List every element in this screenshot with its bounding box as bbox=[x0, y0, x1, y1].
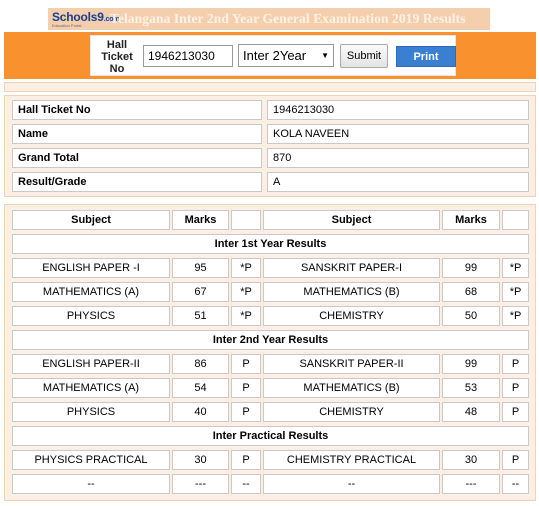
grade-cell: P bbox=[231, 378, 261, 398]
subject-cell: CHEMISTRY bbox=[263, 402, 440, 422]
header-banner: Schools9.com Education Portal Telangana … bbox=[48, 8, 490, 30]
marks-cell: 67 bbox=[172, 282, 229, 302]
subject-cell: MATHEMATICS (B) bbox=[263, 282, 440, 302]
marks-cell: 53 bbox=[442, 378, 500, 398]
info-value: 1946213030 bbox=[267, 100, 529, 120]
subject-cell: MATHEMATICS (B) bbox=[263, 378, 440, 398]
print-button[interactable]: Print bbox=[396, 46, 456, 67]
subject-cell: -- bbox=[12, 474, 170, 494]
site-logo[interactable]: Schools9.com Education Portal bbox=[48, 9, 119, 28]
section-header: Inter 1st Year Results bbox=[12, 234, 529, 254]
subject-cell: CHEMISTRY PRACTICAL bbox=[263, 450, 440, 470]
marks-cell: 86 bbox=[172, 354, 229, 374]
subject-cell: ENGLISH PAPER-II bbox=[12, 354, 170, 374]
grade-cell: *P bbox=[502, 282, 529, 302]
info-value: A bbox=[267, 172, 529, 192]
column-header: Subject bbox=[12, 210, 170, 230]
marks-cell: 50 bbox=[442, 306, 500, 326]
marks-cell: 99 bbox=[442, 258, 500, 278]
search-form-bar: Hall Ticket No Inter 2Year ▼ Submit Prin… bbox=[4, 32, 536, 79]
subject-cell: ENGLISH PAPER -I bbox=[12, 258, 170, 278]
chevron-down-icon: ▼ bbox=[321, 51, 329, 60]
info-label: Hall Ticket No bbox=[12, 100, 262, 120]
grade-cell: P bbox=[502, 354, 529, 374]
hall-ticket-label: Hall Ticket No bbox=[101, 39, 133, 75]
column-header bbox=[231, 210, 261, 230]
grade-cell: P bbox=[502, 402, 529, 422]
grade-cell: *P bbox=[502, 306, 529, 326]
marks-cell: 30 bbox=[172, 450, 229, 470]
subject-cell: PHYSICS PRACTICAL bbox=[12, 450, 170, 470]
submit-button[interactable]: Submit bbox=[340, 44, 388, 68]
info-value: KOLA NAVEEN bbox=[267, 124, 529, 144]
grade-cell: P bbox=[231, 450, 261, 470]
subject-cell: MATHEMATICS (A) bbox=[12, 378, 170, 398]
subject-cell: SANSKRIT PAPER-II bbox=[263, 354, 440, 374]
grade-cell: P bbox=[502, 450, 529, 470]
info-label: Name bbox=[12, 124, 262, 144]
grade-cell: P bbox=[502, 378, 529, 398]
logo-text: Schools9 bbox=[52, 9, 104, 24]
grade-cell: -- bbox=[231, 474, 261, 494]
grade-cell: -- bbox=[502, 474, 529, 494]
grade-cell: *P bbox=[231, 282, 261, 302]
marks-cell: 40 bbox=[172, 402, 229, 422]
year-select-value: Inter 2Year bbox=[243, 48, 307, 63]
info-label: Grand Total bbox=[12, 148, 262, 168]
column-header: Marks bbox=[172, 210, 229, 230]
hall-ticket-input[interactable] bbox=[143, 45, 233, 67]
marks-cell: 30 bbox=[442, 450, 500, 470]
marks-cell: --- bbox=[442, 474, 500, 494]
column-header: Marks bbox=[442, 210, 500, 230]
marks-cell: 54 bbox=[172, 378, 229, 398]
grade-cell: *P bbox=[502, 258, 529, 278]
grade-cell: P bbox=[231, 402, 261, 422]
search-form: Hall Ticket No Inter 2Year ▼ Submit Prin… bbox=[90, 35, 456, 76]
marks-cell: --- bbox=[172, 474, 229, 494]
divider-bar bbox=[4, 82, 536, 92]
marks-table: Subject Marks Subject Marks Inter 1st Year R… bbox=[4, 204, 536, 501]
section-header: Inter Practical Results bbox=[12, 426, 529, 446]
column-header: Subject bbox=[263, 210, 440, 230]
marks-cell: 48 bbox=[442, 402, 500, 422]
page-title: Telangana Inter 2nd Year General Examina… bbox=[110, 11, 466, 26]
logo-tagline: Education Portal bbox=[52, 22, 82, 28]
info-label: Result/Grade bbox=[12, 172, 262, 192]
subject-cell: PHYSICS bbox=[12, 306, 170, 326]
marks-cell: 51 bbox=[172, 306, 229, 326]
grade-cell: *P bbox=[231, 306, 261, 326]
year-select[interactable]: Inter 2Year ▼ bbox=[238, 44, 334, 67]
section-header: Inter 2nd Year Results bbox=[12, 330, 529, 350]
marks-cell: 99 bbox=[442, 354, 500, 374]
subject-cell: MATHEMATICS (A) bbox=[12, 282, 170, 302]
marks-cell: 68 bbox=[442, 282, 500, 302]
column-header bbox=[502, 210, 529, 230]
subject-cell: SANSKRIT PAPER-I bbox=[263, 258, 440, 278]
subject-cell: PHYSICS bbox=[12, 402, 170, 422]
subject-cell: -- bbox=[263, 474, 440, 494]
marks-cell: 95 bbox=[172, 258, 229, 278]
grade-cell: *P bbox=[231, 258, 261, 278]
info-value: 870 bbox=[267, 148, 529, 168]
subject-cell: CHEMISTRY bbox=[263, 306, 440, 326]
student-info-table: Hall Ticket No 1946213030 Name KOLA NAVEEN G… bbox=[4, 95, 536, 197]
grade-cell: P bbox=[231, 354, 261, 374]
